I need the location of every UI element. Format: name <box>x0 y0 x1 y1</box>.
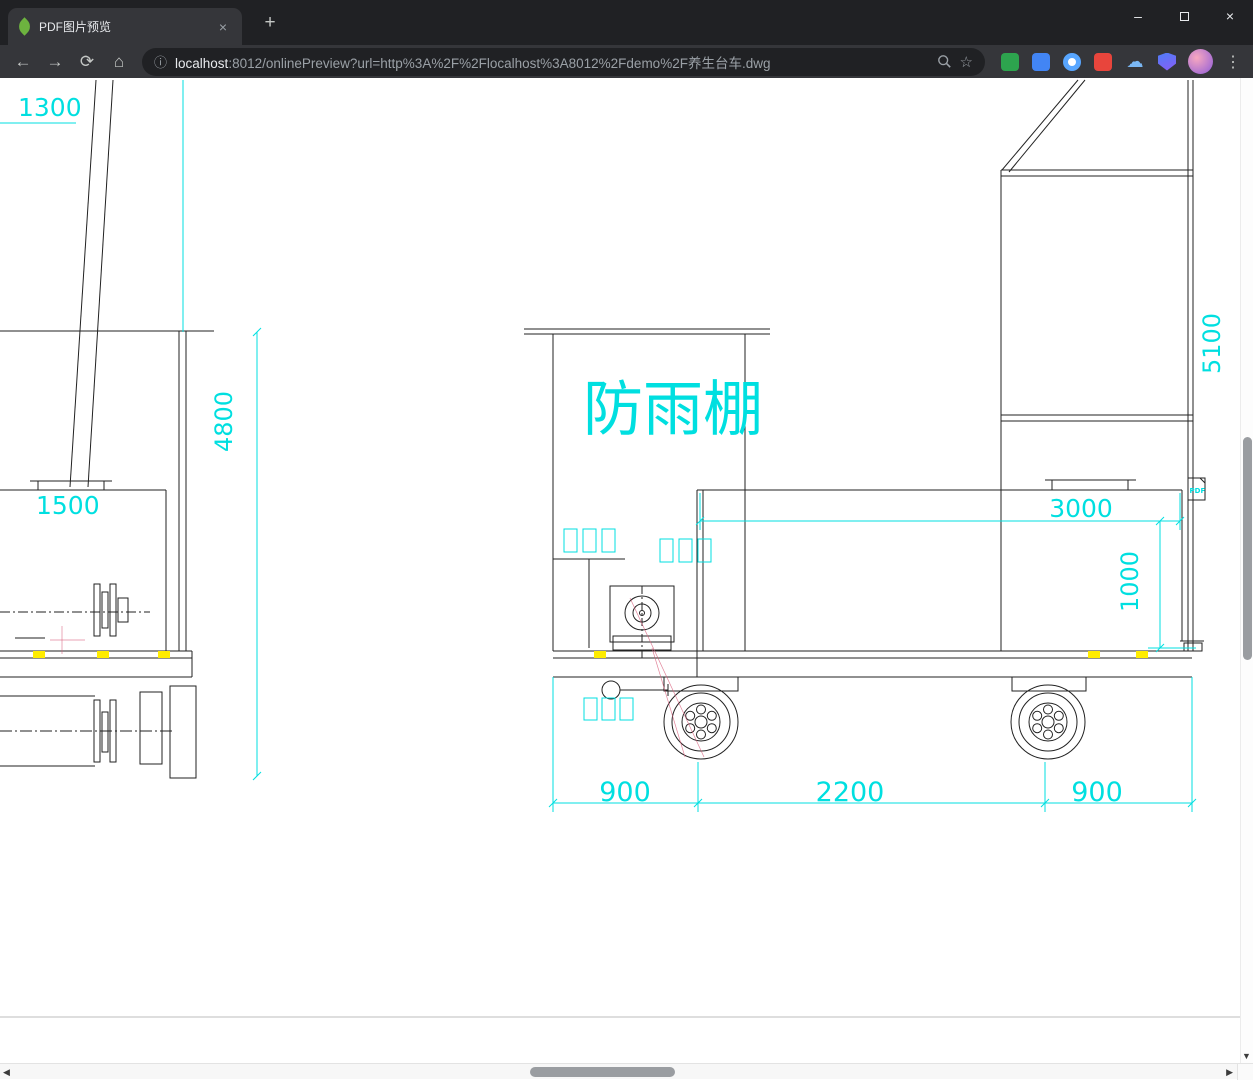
wheel-left <box>664 685 738 759</box>
extension-icon-translate[interactable] <box>1032 53 1050 71</box>
maximize-button[interactable] <box>1161 0 1207 32</box>
dimension-label-900-right: 900 <box>1071 777 1123 808</box>
browser-menu-icon[interactable]: ⋮ <box>1221 52 1245 72</box>
site-info-icon[interactable]: ⓘ <box>154 52 167 71</box>
tab-title: PDF图片预览 <box>39 18 206 35</box>
bookmark-star-icon[interactable]: ☆ <box>960 53 973 71</box>
extension-icon-cloud[interactable]: ☁ <box>1125 53 1145 71</box>
dimension-label-2200: 2200 <box>816 777 885 808</box>
extension-icon-green[interactable] <box>1001 53 1019 71</box>
tab-strip: PDF图片预览 × + – × <box>0 0 1253 45</box>
horizontal-scrollbar[interactable]: ◀ ▶ <box>0 1063 1253 1079</box>
url-text: localhost:8012/onlinePreview?url=http%3A… <box>175 52 929 72</box>
zoom-icon[interactable] <box>937 54 952 69</box>
vertical-scrollbar[interactable]: ▼ <box>1240 78 1253 1063</box>
url-host: localhost <box>175 56 228 71</box>
close-window-button[interactable]: × <box>1207 0 1253 32</box>
pdf-badge-text: PDF <box>1190 487 1206 495</box>
scroll-left-icon[interactable]: ◀ <box>3 1067 10 1078</box>
dimension-label-1000: 1000 <box>1116 551 1144 612</box>
left-view-structure <box>0 80 214 778</box>
dimension-label-1300: 1300 <box>18 93 82 122</box>
page-content: 1300 1500 4800 5100 3000 1000 900 2200 9… <box>0 78 1253 1079</box>
rain-shed-label: 防雨棚 <box>583 375 763 445</box>
browser-chrome: PDF图片预览 × + – × ← → ⟳ ⌂ ⓘ localhost:8012… <box>0 0 1253 78</box>
tab-close-icon[interactable]: × <box>214 18 232 36</box>
extensions-area: ☁ <box>993 53 1184 71</box>
vertical-scrollbar-thumb[interactable] <box>1243 437 1252 660</box>
yellow-pad-marks <box>33 651 1148 658</box>
browser-tab[interactable]: PDF图片预览 × <box>8 8 242 45</box>
browser-toolbar: ← → ⟳ ⌂ ⓘ localhost:8012/onlinePreview?u… <box>0 45 1253 78</box>
horizontal-scrollbar-thumb[interactable] <box>530 1067 675 1077</box>
spring-leaf-favicon <box>15 17 33 35</box>
window-controls: – × <box>1115 0 1253 32</box>
address-bar[interactable]: ⓘ localhost:8012/onlinePreview?url=http%… <box>142 48 985 76</box>
extension-icon-red[interactable] <box>1094 53 1112 71</box>
forward-button[interactable]: → <box>40 48 70 76</box>
reload-button[interactable]: ⟳ <box>72 48 102 76</box>
wheel-right <box>1011 685 1085 759</box>
dimension-label-4800: 4800 <box>210 391 238 452</box>
cad-drawing: 1300 1500 4800 5100 3000 1000 900 2200 9… <box>0 78 1240 1063</box>
scrollbar-corner <box>1237 1064 1253 1080</box>
extension-icon-ring[interactable] <box>1063 53 1081 71</box>
dimension-label-3000: 3000 <box>1049 494 1113 523</box>
extension-icon-shield[interactable] <box>1158 53 1176 71</box>
dimension-label-900-left: 900 <box>599 777 651 808</box>
maximize-icon <box>1180 12 1189 21</box>
dimension-label-1500: 1500 <box>36 491 100 520</box>
page-separator-line <box>0 1016 1240 1018</box>
home-button[interactable]: ⌂ <box>104 48 134 76</box>
minimize-button[interactable]: – <box>1115 0 1161 32</box>
scroll-down-icon[interactable]: ▼ <box>1242 1051 1251 1061</box>
back-button[interactable]: ← <box>8 48 38 76</box>
dimension-label-5100: 5100 <box>1198 313 1226 374</box>
scroll-right-icon[interactable]: ▶ <box>1226 1067 1233 1078</box>
url-path: :8012/onlinePreview?url=http%3A%2F%2Floc… <box>228 56 770 71</box>
pdf-attachment-icon[interactable]: PDF <box>1188 478 1205 500</box>
new-tab-button[interactable]: + <box>258 12 282 36</box>
profile-avatar[interactable] <box>1188 49 1213 74</box>
